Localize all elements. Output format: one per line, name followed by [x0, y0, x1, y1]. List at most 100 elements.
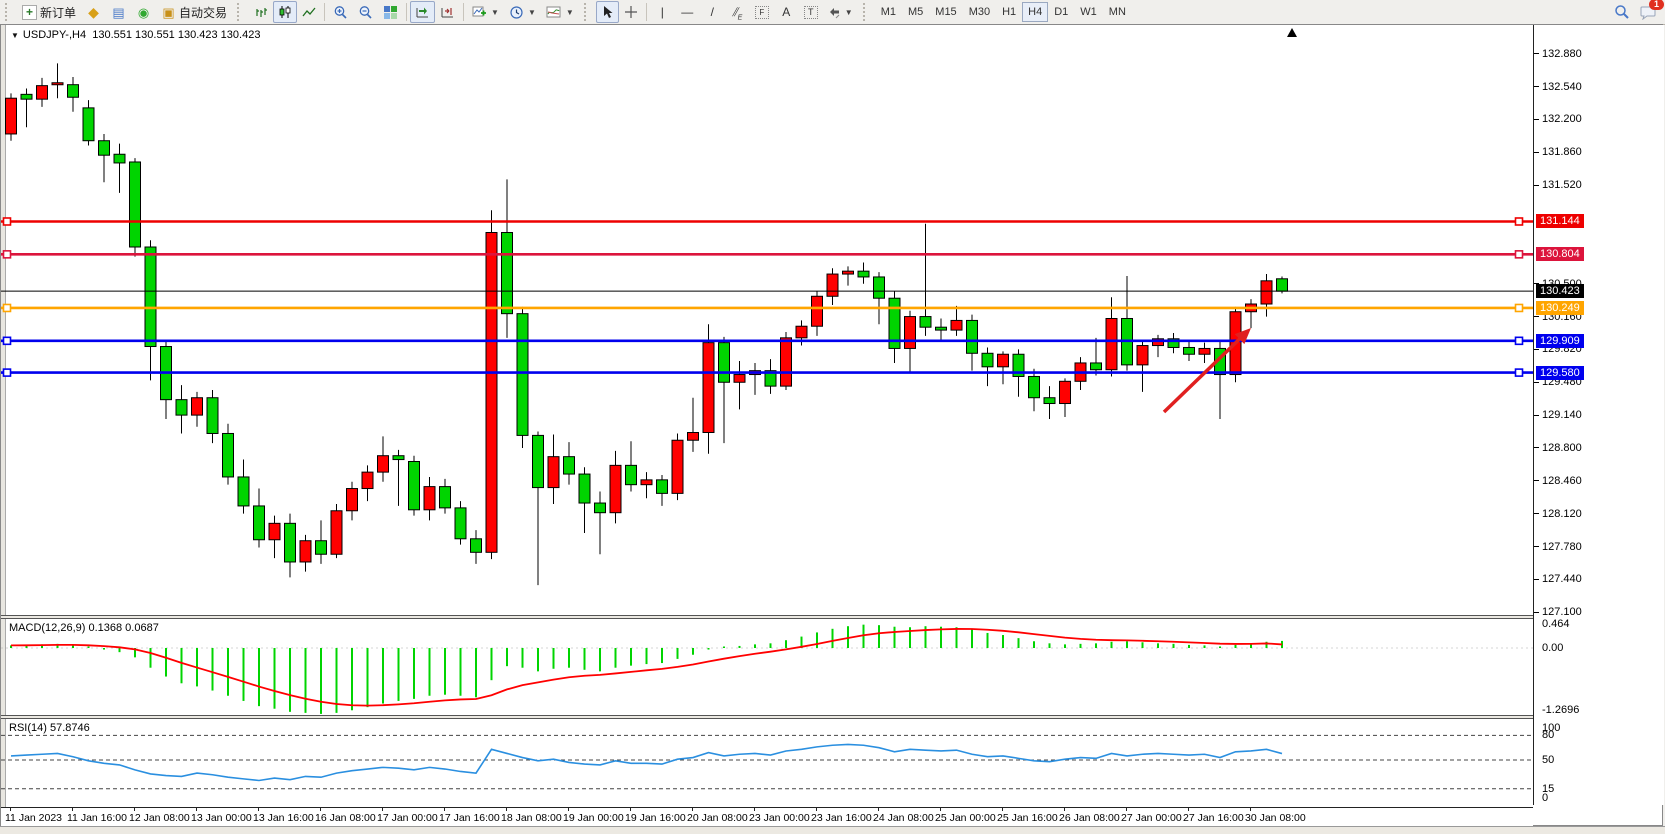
arrows-tool-button[interactable]: ▼ [823, 1, 858, 23]
price-tick-label: 127.100 [1542, 606, 1582, 618]
chart-shift-icon [440, 6, 455, 19]
line-handle[interactable] [1516, 337, 1523, 344]
tab-timeframe-h1[interactable]: H1 [996, 2, 1022, 22]
line-handle[interactable] [4, 251, 11, 258]
trendline-tool-button[interactable]: / [700, 1, 725, 23]
chart-dropdown-icon[interactable]: ▼ [11, 31, 19, 40]
tab-timeframe-w1[interactable]: W1 [1074, 2, 1103, 22]
time-axis-label: 23 Jan 00:00 [749, 812, 810, 824]
rsi-panel-canvas[interactable] [1, 719, 1533, 807]
notification-count-badge: 1 [1649, 0, 1664, 10]
channel-tool-button[interactable]: ⫽E [725, 1, 750, 23]
data-window-button[interactable]: ◉ [131, 1, 156, 23]
candle-body [812, 296, 823, 326]
candle-body [796, 326, 807, 338]
time-axis-tick [568, 808, 569, 811]
profiles-button[interactable]: ◆ [81, 1, 106, 23]
candle-body [378, 456, 389, 472]
time-axis-label: 16 Jan 08:00 [315, 812, 376, 824]
time-axis-label: 25 Jan 16:00 [997, 812, 1058, 824]
rsi-axis-label: 0 [1542, 792, 1548, 804]
periods-button[interactable]: ▼ [504, 1, 541, 23]
profiles-icon: ◆ [86, 5, 101, 20]
chart-title: USDJPY-,H4 [23, 29, 86, 41]
candle-body [719, 343, 730, 383]
line-handle[interactable] [4, 337, 11, 344]
candle-body [83, 108, 94, 141]
line-handle[interactable] [4, 218, 11, 225]
tab-timeframe-d1[interactable]: D1 [1048, 2, 1074, 22]
macd-panel-canvas[interactable] [1, 619, 1533, 715]
candle-body [548, 457, 559, 488]
candle-body [905, 317, 916, 349]
time-axis-tick [878, 808, 879, 811]
crosshair-icon [624, 5, 638, 19]
toolbar-drag-handle[interactable] [5, 3, 14, 21]
price-tick-label: 131.860 [1542, 146, 1582, 158]
label-tool-button[interactable]: T [799, 1, 823, 23]
candle-body [874, 277, 885, 298]
line-handle[interactable] [4, 369, 11, 376]
bar-chart-button[interactable] [249, 1, 273, 23]
toolbar-drag-handle[interactable] [584, 3, 593, 21]
line-handle[interactable] [1516, 369, 1523, 376]
search-button[interactable] [1614, 4, 1630, 20]
new-order-button[interactable]: + 新订单 [17, 1, 81, 23]
chart-shift-marker[interactable] [1287, 28, 1297, 37]
horizontal-line-tool-button[interactable]: — [675, 1, 700, 23]
candle-body [130, 162, 141, 247]
tile-windows-button[interactable] [378, 1, 403, 23]
vertical-line-tool-button[interactable]: | [650, 1, 675, 23]
line-handle[interactable] [1516, 304, 1523, 311]
tab-timeframe-mn[interactable]: MN [1103, 2, 1132, 22]
time-axis-label: 12 Jan 08:00 [129, 812, 190, 824]
zoom-in-button[interactable] [328, 1, 353, 23]
notifications-button[interactable]: 1 [1640, 4, 1657, 19]
indicators-button[interactable]: ▼ [467, 1, 504, 23]
tab-timeframe-m15[interactable]: M15 [929, 2, 962, 22]
chart-title-row[interactable]: ▼USDJPY-,H4 130.551 130.551 130.423 130.… [11, 29, 260, 41]
toolbar-drag-handle[interactable] [237, 3, 246, 21]
candlestick-chart-button[interactable] [273, 1, 297, 23]
panel-splitter[interactable] [1, 615, 1533, 619]
bar-chart-icon [254, 5, 268, 19]
tab-timeframe-m30[interactable]: M30 [963, 2, 996, 22]
crosshair-tool-button[interactable] [619, 1, 643, 23]
toolbar-drag-handle[interactable] [863, 3, 872, 21]
line-handle[interactable] [1516, 218, 1523, 225]
price-chart-canvas[interactable] [1, 25, 1533, 615]
candle-body [1261, 281, 1272, 304]
candle-body [316, 541, 327, 555]
templates-button[interactable]: ▼ [541, 1, 579, 23]
candle-body [858, 271, 869, 277]
candle-body [6, 98, 17, 134]
price-axis[interactable]: 132.880132.540132.200131.860131.520130.5… [1533, 25, 1664, 805]
trendline-icon: / [705, 5, 720, 20]
panel-splitter[interactable] [1, 715, 1533, 719]
time-axis[interactable]: 11 Jan 202311 Jan 16:0012 Jan 08:0013 Ja… [1, 807, 1533, 826]
price-badge: 130.423 [1536, 284, 1584, 298]
text-tool-button[interactable]: A [774, 1, 799, 23]
candle-body [471, 539, 482, 553]
time-axis-label: 27 Jan 00:00 [1121, 812, 1182, 824]
line-chart-button[interactable] [297, 1, 321, 23]
tab-timeframe-h4[interactable]: H4 [1022, 2, 1048, 22]
chevron-down-icon: ▼ [845, 8, 853, 17]
auto-scroll-button[interactable] [410, 1, 435, 23]
candle-body [52, 83, 63, 85]
autotrading-button[interactable]: ▣ 自动交易 [156, 1, 232, 23]
price-badge: 129.580 [1536, 366, 1584, 380]
time-axis-label: 25 Jan 00:00 [935, 812, 996, 824]
time-axis-tick [258, 808, 259, 811]
fibonacci-tool-button[interactable]: F [750, 1, 774, 23]
zoom-out-button[interactable] [353, 1, 378, 23]
tab-timeframe-m5[interactable]: M5 [902, 2, 929, 22]
tab-timeframe-m1[interactable]: M1 [875, 2, 902, 22]
cursor-tool-button[interactable] [596, 1, 619, 23]
market-watch-button[interactable]: ▤ [106, 1, 131, 23]
chart-shift-button[interactable] [435, 1, 460, 23]
line-handle[interactable] [4, 304, 11, 311]
candle-body [424, 487, 435, 510]
axis-tick [1534, 546, 1539, 547]
line-handle[interactable] [1516, 251, 1523, 258]
